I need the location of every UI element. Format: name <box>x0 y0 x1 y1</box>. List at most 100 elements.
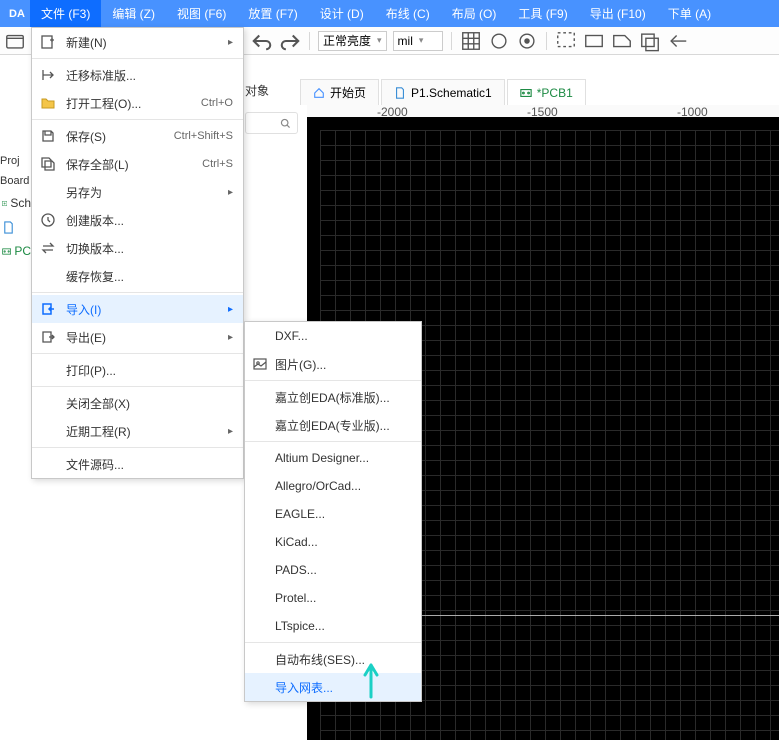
import-image[interactable]: 图片(G)... <box>245 350 421 378</box>
chevron-down-icon: ▾ <box>377 35 382 46</box>
file-save-as[interactable]: 另存为 ▸ <box>32 178 243 206</box>
menu-label: 新建(N) <box>66 34 107 51</box>
switch-icon <box>40 240 56 256</box>
import-eda-std[interactable]: 嘉立创EDA(标准版)... <box>245 383 421 411</box>
file-export[interactable]: 导出(E) ▸ <box>32 323 243 351</box>
menu-order[interactable]: 下单 (A) <box>657 0 722 27</box>
shape-tool-icon[interactable] <box>611 30 633 52</box>
import-allegro[interactable]: Allegro/OrCad... <box>245 472 421 500</box>
file-source[interactable]: 文件源码... <box>32 450 243 478</box>
file-menu-dropdown: 新建(N) ▸ 迁移标准版... 打开工程(O)... Ctrl+O 保存(S)… <box>31 27 244 479</box>
chevron-right-icon: ▸ <box>228 37 233 48</box>
menu-label: 关闭全部(X) <box>66 395 130 412</box>
import-netlist[interactable]: 导入网表... <box>245 673 421 701</box>
chevron-down-icon: ▾ <box>419 35 424 46</box>
select-tool-icon[interactable] <box>555 30 577 52</box>
file-switch-version[interactable]: 切换版本... <box>32 234 243 262</box>
tab-schematic[interactable]: P1.Schematic1 <box>381 79 505 105</box>
import-dxf[interactable]: DXF... <box>245 322 421 350</box>
menu-design[interactable]: 设计 (D) <box>309 0 375 27</box>
app-logo: DA <box>4 0 30 27</box>
plus-icon <box>40 34 56 50</box>
file-cache-restore[interactable]: 缓存恢复... <box>32 262 243 290</box>
menu-label: 迁移标准版... <box>66 67 136 84</box>
file-print[interactable]: 打印(P)... <box>32 356 243 384</box>
menu-layout[interactable]: 布局 (O) <box>441 0 508 27</box>
import-kicad[interactable]: KiCad... <box>245 528 421 556</box>
file-save[interactable]: 保存(S) Ctrl+Shift+S <box>32 122 243 150</box>
home-icon <box>313 87 325 99</box>
menu-label: 近期工程(R) <box>66 423 131 440</box>
menu-label: KiCad... <box>275 535 318 549</box>
circle-tool-icon[interactable] <box>488 30 510 52</box>
search-input[interactable] <box>245 112 298 134</box>
tree-page-item[interactable] <box>2 215 31 239</box>
shortcut: Ctrl+Shift+S <box>174 130 233 142</box>
tab-pcb[interactable]: *PCB1 <box>507 79 586 105</box>
file-recent-projects[interactable]: 近期工程(R) ▸ <box>32 417 243 445</box>
migrate-icon <box>40 67 56 83</box>
toolbar-undo-icon[interactable] <box>251 30 273 52</box>
tree-pcb-item[interactable]: PC <box>2 239 31 263</box>
import-eda-pro[interactable]: 嘉立创EDA(专业版)... <box>245 411 421 439</box>
toolbar-open-icon[interactable] <box>4 30 26 52</box>
menu-route[interactable]: 布线 (C) <box>375 0 441 27</box>
menu-tools[interactable]: 工具 (F9) <box>507 0 578 27</box>
save-icon <box>40 128 56 144</box>
toolbar-redo-icon[interactable] <box>279 30 301 52</box>
menu-place[interactable]: 放置 (F7) <box>237 0 308 27</box>
file-new[interactable]: 新建(N) ▸ <box>32 28 243 56</box>
file-import[interactable]: 导入(I) ▸ <box>32 295 243 323</box>
grid-icon[interactable] <box>460 30 482 52</box>
chevron-right-icon: ▸ <box>228 304 233 315</box>
menu-edit[interactable]: 编辑 (Z) <box>101 0 166 27</box>
tab-label: P1.Schematic1 <box>411 86 492 100</box>
tree-sch-item[interactable]: Sch <box>2 191 31 215</box>
file-save-all[interactable]: 保存全部(L) Ctrl+S <box>32 150 243 178</box>
back-tool-icon[interactable] <box>667 30 689 52</box>
chevron-right-icon: ▸ <box>228 426 233 437</box>
unit-label: mil <box>398 34 413 48</box>
brightness-select[interactable]: 正常亮度▾ <box>318 31 387 51</box>
import-protel[interactable]: Protel... <box>245 584 421 612</box>
menu-label: 导入网表... <box>275 679 333 696</box>
menu-label: EAGLE... <box>275 507 325 521</box>
menu-label: 保存全部(L) <box>66 156 129 173</box>
file-migrate[interactable]: 迁移标准版... <box>32 61 243 89</box>
menu-label: 切换版本... <box>66 240 124 257</box>
menubar: DA 文件 (F3) 编辑 (Z) 视图 (F6) 放置 (F7) 设计 (D)… <box>0 0 779 27</box>
menu-file[interactable]: 文件 (F3) <box>30 0 101 27</box>
menu-label: 打开工程(O)... <box>66 95 141 112</box>
menu-label: 自动布线(SES)... <box>275 651 365 668</box>
export-icon <box>40 329 56 345</box>
import-autoroute-ses[interactable]: 自动布线(SES)... <box>245 645 421 673</box>
schematic-icon <box>2 197 7 210</box>
menu-label: Altium Designer... <box>275 451 369 465</box>
page-icon <box>2 221 15 234</box>
import-eagle[interactable]: EAGLE... <box>245 500 421 528</box>
menu-label: 嘉立创EDA(标准版)... <box>275 389 390 406</box>
file-open-project[interactable]: 打开工程(O)... Ctrl+O <box>32 89 243 117</box>
menu-label: 创建版本... <box>66 212 124 229</box>
shortcut: Ctrl+S <box>202 158 233 170</box>
import-icon <box>40 301 56 317</box>
menu-label: LTspice... <box>275 619 325 633</box>
import-submenu: DXF... 图片(G)... 嘉立创EDA(标准版)... 嘉立创EDA(专业… <box>244 321 422 702</box>
tab-start-page[interactable]: 开始页 <box>300 79 379 105</box>
chevron-right-icon: ▸ <box>228 187 233 198</box>
import-pads[interactable]: PADS... <box>245 556 421 584</box>
tab-label: *PCB1 <box>537 86 573 100</box>
file-create-version[interactable]: 创建版本... <box>32 206 243 234</box>
import-ltspice[interactable]: LTspice... <box>245 612 421 640</box>
chevron-right-icon: ▸ <box>228 332 233 343</box>
menu-view[interactable]: 视图 (F6) <box>166 0 237 27</box>
import-altium[interactable]: Altium Designer... <box>245 444 421 472</box>
objects-column-header: 对象 <box>245 82 269 99</box>
unit-select[interactable]: mil ▾ <box>393 31 443 51</box>
layer-tool-icon[interactable] <box>639 30 661 52</box>
target-tool-icon[interactable] <box>516 30 538 52</box>
file-close-all[interactable]: 关闭全部(X) <box>32 389 243 417</box>
project-panel: Proj Board Sch PC <box>0 55 31 740</box>
menu-export[interactable]: 导出 (F10) <box>579 0 657 27</box>
rect-tool-icon[interactable] <box>583 30 605 52</box>
